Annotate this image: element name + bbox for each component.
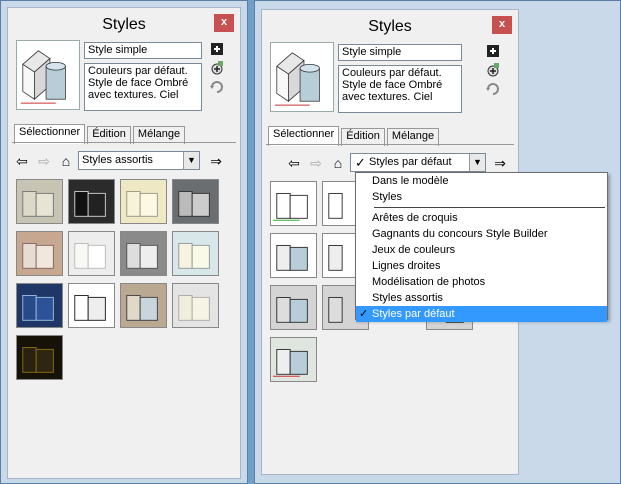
home-icon[interactable]: ⌂ <box>58 153 74 169</box>
collection-dropdown[interactable]: Styles assortis ▼ <box>78 151 200 170</box>
tab-select[interactable]: Sélectionner <box>268 126 340 146</box>
collection-dropdown-value: Styles par défaut <box>369 156 452 168</box>
style-thumbnail[interactable] <box>172 283 219 328</box>
styles-dialog-left: Styles x Style simple Couleurs par défau… <box>7 7 241 479</box>
menu-item-sketchy-edges[interactable]: Arêtes de croquis <box>356 210 607 226</box>
create-style-icon[interactable] <box>486 44 500 58</box>
collection-dropdown-menu: Dans le modèle Styles Arêtes de croquis … <box>355 172 608 322</box>
style-thumbnail[interactable] <box>16 283 63 328</box>
tab-bar: Sélectionner Édition Mélange <box>14 124 186 144</box>
style-thumbnail[interactable] <box>16 335 63 380</box>
style-thumbnail[interactable] <box>270 337 317 382</box>
select-panel: ⇦ ⇨ ⌂ Styles assortis ▼ ⇒ <box>12 142 236 472</box>
refresh-icon[interactable] <box>486 82 500 96</box>
menu-item-color-sets[interactable]: Jeux de couleurs <box>356 242 607 258</box>
forward-arrow-icon[interactable]: ⇨ <box>36 153 52 169</box>
details-icon[interactable]: ⇒ <box>208 153 224 169</box>
back-arrow-icon[interactable]: ⇦ <box>286 155 302 171</box>
style-thumbnail[interactable] <box>16 179 63 224</box>
create-style-icon[interactable] <box>210 42 224 56</box>
style-preview <box>270 42 334 112</box>
back-arrow-icon[interactable]: ⇦ <box>14 153 30 169</box>
style-name-input[interactable]: Style simple <box>84 42 202 59</box>
check-icon: ✓ <box>359 308 369 320</box>
style-description-field[interactable]: Couleurs par défaut. Style de face Ombré… <box>338 65 462 113</box>
collection-dropdown[interactable]: ✓ Styles par défaut ▼ <box>350 153 486 172</box>
check-icon: ✓ <box>355 155 366 170</box>
style-thumbnail[interactable] <box>270 285 317 330</box>
menu-item-default-styles[interactable]: ✓ Styles par défaut <box>356 306 607 322</box>
dialog-title: Styles <box>102 16 146 33</box>
style-thumbnail[interactable] <box>172 179 219 224</box>
tab-select[interactable]: Sélectionner <box>14 124 86 144</box>
style-description-field[interactable]: Couleurs par défaut. Style de face Ombré… <box>84 63 202 111</box>
menu-item-styles[interactable]: Styles <box>356 189 607 205</box>
style-name-input[interactable]: Style simple <box>338 44 462 61</box>
style-thumbnail[interactable] <box>68 179 115 224</box>
close-button[interactable]: x <box>214 14 234 32</box>
refresh-icon[interactable] <box>210 80 224 94</box>
style-thumbnail[interactable] <box>172 231 219 276</box>
menu-item-assorted-styles[interactable]: Styles assortis <box>356 290 607 306</box>
menu-item-straight-lines[interactable]: Lignes droites <box>356 258 607 274</box>
style-thumbnail[interactable] <box>120 283 167 328</box>
dialog-title: Styles <box>368 18 412 35</box>
update-style-icon[interactable] <box>210 61 224 75</box>
style-thumbnail[interactable] <box>120 179 167 224</box>
style-preview <box>16 40 80 110</box>
update-style-icon[interactable] <box>486 63 500 77</box>
style-thumbnail[interactable] <box>68 231 115 276</box>
home-icon[interactable]: ⌂ <box>330 155 346 171</box>
details-icon[interactable]: ⇒ <box>492 155 508 171</box>
close-button[interactable]: x <box>492 16 512 34</box>
style-thumbnail[interactable] <box>270 233 317 278</box>
menu-separator <box>374 207 605 208</box>
menu-item-in-model[interactable]: Dans le modèle <box>356 173 607 189</box>
forward-arrow-icon[interactable]: ⇨ <box>308 155 324 171</box>
menu-item-style-builder-winners[interactable]: Gagnants du concours Style Builder <box>356 226 607 242</box>
chevron-down-icon[interactable]: ▼ <box>183 152 199 169</box>
tab-bar: Sélectionner Édition Mélange <box>268 126 440 146</box>
collection-dropdown-value: Styles assortis <box>82 154 153 166</box>
chevron-down-icon[interactable]: ▼ <box>469 154 485 171</box>
style-thumbnail[interactable] <box>120 231 167 276</box>
style-thumbnail[interactable] <box>68 283 115 328</box>
menu-item-label: Styles par défaut <box>372 308 455 320</box>
left-window-frame: Styles x Style simple Couleurs par défau… <box>0 0 248 484</box>
style-thumbnail[interactable] <box>270 181 317 226</box>
menu-item-photo-modeling[interactable]: Modélisation de photos <box>356 274 607 290</box>
style-thumbnail[interactable] <box>16 231 63 276</box>
